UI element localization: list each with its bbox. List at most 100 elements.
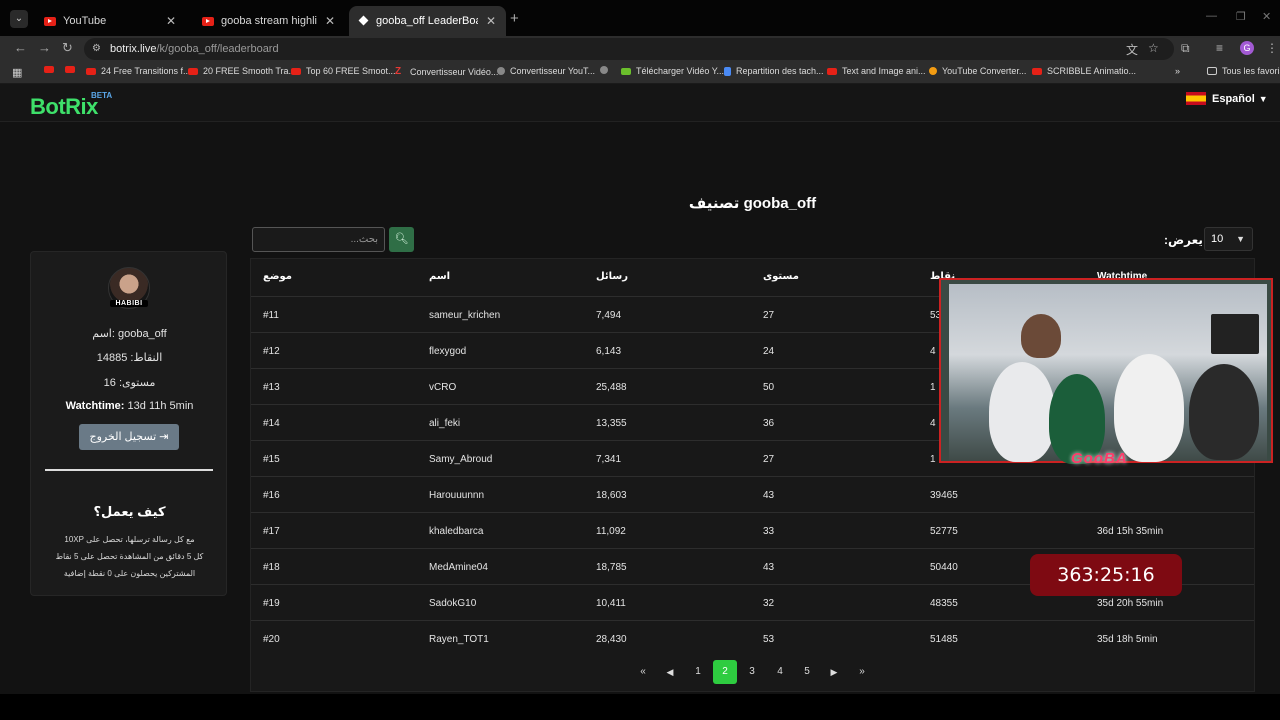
cell-level: 43 [763,490,775,501]
close-icon[interactable]: ✕ [486,14,496,28]
cell-name[interactable]: Rayen_TOT1 [429,634,489,645]
search-input[interactable] [252,227,385,252]
cell-name[interactable]: khaledbarca [429,526,483,537]
bookmark-label: 24 Free Transitions f... [101,66,191,76]
cell-watchtime: 35d 20h 55min [1097,598,1164,609]
botrix-logo[interactable]: BotRix [30,94,98,120]
show-entries-select[interactable]: 10 ▼ [1204,227,1253,251]
bookmark-label: Convertisseur Vidéo... [410,66,499,77]
back-arrow-icon[interactable]: ← [14,40,27,55]
language-selector[interactable]: Español ▼ [1186,92,1268,105]
prev-page-icon[interactable]: ◀ [658,660,682,684]
new-tab-button[interactable]: + [510,10,519,27]
cell-watchtime: 36d 15h 35min [1097,526,1164,537]
close-icon[interactable]: ✕ [325,14,335,28]
close-icon[interactable]: ✕ [166,14,176,28]
cell-points: 1 [930,382,936,393]
cell-name[interactable]: Harouuunnn [429,490,484,501]
page-button-current[interactable]: 2 [713,660,737,684]
botrix-icon [359,16,369,26]
cell-name[interactable]: sameur_krichen [429,310,500,321]
search-button[interactable]: 🔍︎ [389,227,414,252]
cell-level: 43 [763,562,775,573]
maximize-icon[interactable]: ❐ [1236,10,1246,23]
profile-name: اسم: gooba_off [92,328,167,340]
menu-kebab-icon[interactable]: ⋮ [1266,41,1278,55]
cell-name[interactable]: flexygod [429,346,466,357]
bookmark-item[interactable] [600,66,613,74]
profile-watchtime: Watchtime: 13d 11h 5min [31,400,228,412]
address-bar[interactable]: ⚙ botrix.live/k/gooba_off/leaderboard [84,38,1174,60]
column-header-name[interactable]: اسم [429,271,450,282]
media-control-icon[interactable]: ≡ [1216,41,1223,55]
cell-position: #19 [263,598,280,609]
tab-youtube[interactable]: YouTube ✕ [34,6,186,36]
bookmark-item[interactable]: Z Convertisseur Vidéo... [395,66,498,77]
column-header-messages[interactable]: رسائل [596,271,628,282]
table-row: #17 khaledbarca 11,092 33 52775 36d 15h 35min [251,512,1254,548]
last-page-icon[interactable]: » [850,660,874,684]
cell-name[interactable]: ali_feki [429,418,460,429]
download-icon [621,67,631,75]
bookmark-item[interactable]: YouTube Converter... [929,66,1026,76]
gaming-chair [1189,364,1259,460]
column-header-position[interactable]: موضع [263,271,292,282]
bookmark-item[interactable]: Top 60 FREE Smoot... [291,66,396,76]
bookmark-item[interactable]: Télécharger Vidéo Y... [621,66,724,76]
cell-position: #16 [263,490,280,501]
tab-search-button[interactable]: ⌄ [10,10,28,28]
bookmark-label: Top 60 FREE Smoot... [306,66,396,76]
profile-card: HABIBI اسم: gooba_off النقاط: 14885 مستو… [30,251,227,596]
site-info-icon[interactable]: ⚙ [92,38,101,60]
cell-messages: 18,603 [596,490,627,501]
overlay-logo: GooBA [1071,450,1128,467]
cell-name[interactable]: vCRO [429,382,456,393]
logout-button[interactable]: تسجيل الخروج ⇥ [79,424,179,450]
cell-messages: 18,785 [596,562,627,573]
more-bookmarks-icon[interactable]: » [1175,66,1180,76]
bookmark-item[interactable]: Convertisseur YouT... [497,66,595,76]
translate-icon[interactable]: 文 [1126,41,1138,58]
bookmark-item[interactable]: 20 FREE Smooth Tra... [188,66,296,76]
how-it-works-line: المشتركين يحصلون على 0 نقطة إضافية [63,569,196,578]
cell-name[interactable]: Samy_Abroud [429,454,492,465]
page-button[interactable]: 3 [740,660,764,684]
bookmark-label: Tous les favoris [1222,66,1280,76]
reload-icon[interactable]: ↻ [62,40,73,56]
bookmark-item[interactable]: 24 Free Transitions f... [86,66,191,76]
bookmark-item[interactable]: Text and Image ani... [827,66,926,76]
cell-name[interactable]: SadokG10 [429,598,476,609]
forward-arrow-icon[interactable]: → [38,40,51,55]
logout-label: تسجيل الخروج [89,431,157,443]
table-row: #20 Rayen_TOT1 28,430 53 51485 35d 18h 5min [251,620,1254,656]
cell-level: 27 [763,310,775,321]
minimize-icon[interactable]: — [1206,10,1217,22]
page-button[interactable]: 4 [768,660,792,684]
cell-position: #14 [263,418,280,429]
cell-messages: 11,092 [596,526,626,537]
page-button[interactable]: 1 [686,660,710,684]
table-row: #16 Harouuunnn 18,603 43 39465 [251,476,1254,512]
window-close-icon[interactable]: ✕ [1262,10,1271,23]
first-page-icon[interactable]: « [631,660,655,684]
bookmark-item[interactable]: Repartition des tach... [724,66,824,76]
show-entries-value: 10 [1211,233,1224,245]
bookmark-item[interactable]: SCRIBBLE Animatio... [1032,66,1136,76]
next-page-icon[interactable]: ▶ [822,660,846,684]
tab-gooba-highlight[interactable]: gooba stream highlight #4 @G ✕ [192,6,345,36]
tab-title: gooba_off LeaderBoard | The b [376,15,478,27]
apps-grid-icon[interactable]: ▦ [12,66,22,79]
extensions-icon[interactable]: ⧉ [1181,41,1190,56]
bookmark-item[interactable] [65,66,80,73]
bookmark-label: YouTube Converter... [942,66,1027,76]
cell-name[interactable]: MedAmine04 [429,562,488,573]
page-button[interactable]: 5 [795,660,819,684]
column-header-level[interactable]: مستوى [763,271,799,282]
all-bookmarks-folder[interactable]: Tous les favoris [1207,66,1280,76]
cell-points: 39465 [930,490,958,501]
profile-avatar-icon[interactable]: G [1240,41,1254,55]
bookmark-star-icon[interactable]: ☆ [1148,41,1159,55]
tab-leaderboard[interactable]: gooba_off LeaderBoard | The b ✕ [349,6,506,36]
cell-messages: 7,341 [596,454,622,465]
bookmark-item[interactable] [44,66,59,73]
